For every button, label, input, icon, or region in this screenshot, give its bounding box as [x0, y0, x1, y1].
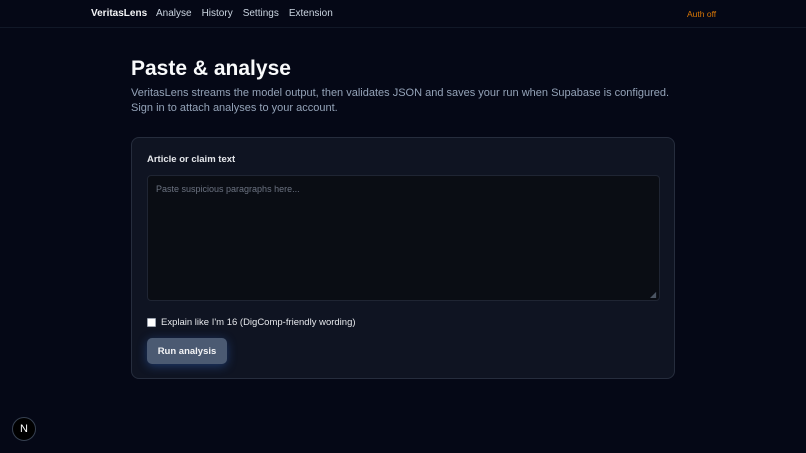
top-navigation-bar: VeritasLens Analyse History Settings Ext… [0, 0, 806, 28]
resize-handle-icon[interactable]: ◢ [650, 291, 658, 299]
framework-badge-letter: N [20, 423, 28, 435]
main-nav: Analyse History Settings Extension [156, 8, 333, 19]
nav-link-history[interactable]: History [202, 8, 233, 19]
nav-link-extension[interactable]: Extension [289, 8, 333, 19]
analysis-form-card: Article or claim text ◢ Explain like I'm… [131, 137, 675, 379]
page-description: VeritasLens streams the model output, th… [131, 87, 670, 114]
article-text-input[interactable] [147, 175, 660, 301]
brand-logo[interactable]: VeritasLens [91, 8, 147, 19]
explain-simple-checkbox[interactable] [147, 318, 156, 327]
auth-status-badge: Auth off [687, 9, 717, 19]
framework-badge-icon[interactable]: N [12, 417, 36, 441]
explain-simple-option: Explain like I'm 16 (DigComp-friendly wo… [147, 317, 356, 328]
nav-link-settings[interactable]: Settings [243, 8, 279, 19]
explain-simple-label[interactable]: Explain like I'm 16 (DigComp-friendly wo… [161, 317, 356, 328]
nav-link-analyse[interactable]: Analyse [156, 8, 192, 19]
article-text-label: Article or claim text [147, 154, 236, 165]
run-analysis-button[interactable]: Run analysis [147, 338, 227, 364]
page-title: Paste & analyse [131, 57, 291, 80]
